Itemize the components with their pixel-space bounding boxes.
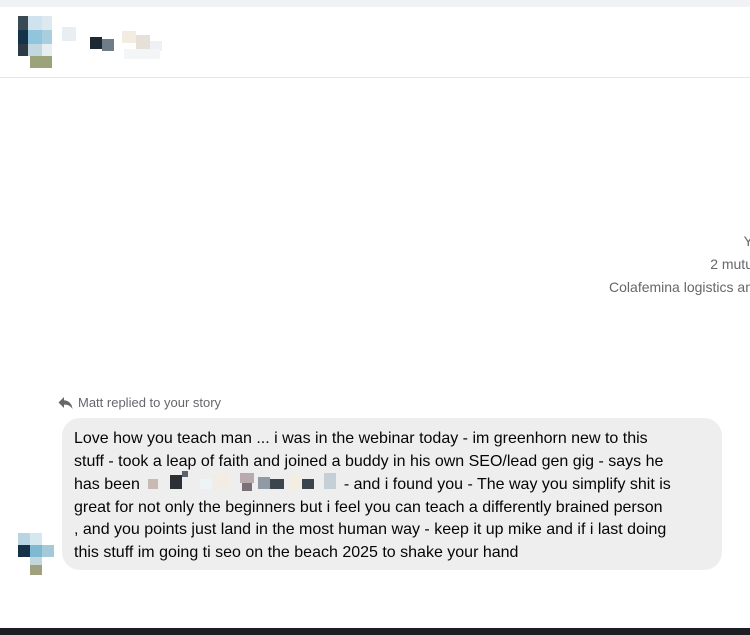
profile-name: Y — [743, 233, 750, 249]
message-text: - and i found you - The way you simplify… — [343, 476, 671, 493]
window-top-strip — [0, 0, 750, 7]
message-line: this stuff im going ti seo on the beach … — [74, 543, 519, 561]
contact-name[interactable] — [62, 23, 174, 63]
conversation-header — [0, 7, 750, 78]
profile-work: Colafemina logistics an — [609, 279, 750, 295]
message-line: Love how you teach man ... i was in the … — [74, 430, 648, 447]
message-bubble[interactable]: Love how you teach man ... i was in the … — [62, 418, 722, 570]
message-line: has been - and i found you - The way you… — [74, 471, 710, 497]
message-line: great for not only the beginners but i f… — [74, 498, 663, 516]
reply-context: Matt replied to your story — [58, 395, 221, 410]
reply-arrow-icon — [58, 396, 73, 410]
contact-avatar[interactable] — [18, 16, 58, 72]
sender-avatar[interactable] — [18, 533, 56, 575]
reply-context-text: Matt replied to your story — [78, 395, 222, 410]
profile-preview: Y 2 mutu Colafemina logistics an — [453, 230, 750, 299]
redacted-text — [144, 471, 340, 493]
bottom-bar — [0, 628, 750, 635]
mutual-friends: 2 mutu — [710, 256, 750, 272]
message-line: stuff - took a leap of faith and joined … — [74, 452, 664, 470]
message-text: has been — [74, 476, 140, 493]
message-line: , and you points just land in the most h… — [74, 521, 667, 538]
